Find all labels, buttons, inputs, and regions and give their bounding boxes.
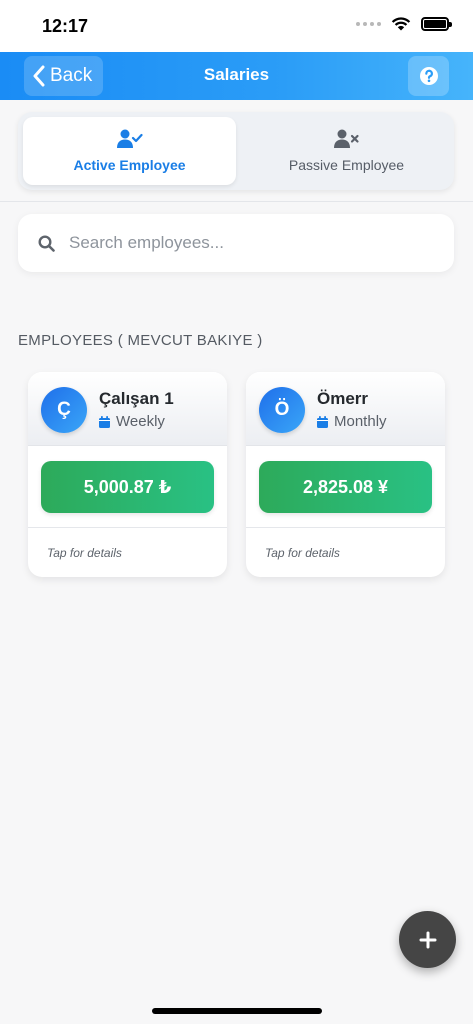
tab-passive-employee-label: Passive Employee — [288, 157, 405, 173]
user-x-icon — [333, 129, 359, 148]
nav-bar: Back Salaries — [0, 52, 473, 100]
section-title: EMPLOYEES ( MEVCUT BAKIYE ) — [18, 332, 263, 349]
employee-card[interactable]: Ç Çalışan 1 Weekly 5,000.87 ₺ Tap for de… — [28, 372, 227, 577]
employee-pay-period-label: Monthly — [334, 413, 387, 430]
back-button[interactable]: Back — [24, 56, 103, 96]
tap-for-details-hint: Tap for details — [47, 546, 122, 560]
plus-icon — [419, 931, 436, 948]
help-button[interactable] — [408, 56, 449, 96]
status-icons — [356, 16, 452, 31]
employee-pay-period-label: Weekly — [116, 413, 165, 430]
calendar-icon — [317, 415, 328, 428]
card-divider — [246, 527, 445, 528]
search-input[interactable] — [69, 233, 429, 253]
balance-button[interactable]: 2,825.08 ¥ — [259, 461, 432, 513]
employee-card-header: Ç Çalışan 1 Weekly — [28, 372, 227, 446]
tab-active-employee[interactable]: Active Employee — [23, 117, 236, 185]
question-circle-icon — [419, 67, 438, 85]
employee-card[interactable]: Ö Ömerr Monthly 2,825.08 ¥ Tap for detai… — [246, 372, 445, 577]
employee-pay-period: Weekly — [99, 413, 165, 430]
home-indicator[interactable] — [152, 1008, 322, 1014]
add-employee-button[interactable] — [399, 911, 456, 968]
employee-pay-period: Monthly — [317, 413, 387, 430]
cellular-signal-icon — [356, 21, 381, 26]
employee-status-tabs: Active Employee Passive Employee — [18, 112, 454, 190]
employee-name: Çalışan 1 — [99, 389, 174, 408]
tab-passive-employee[interactable]: Passive Employee — [240, 117, 453, 185]
divider — [0, 201, 473, 202]
avatar: Ö — [259, 387, 305, 433]
employee-card-header: Ö Ömerr Monthly — [246, 372, 445, 446]
battery-icon — [421, 16, 452, 31]
employee-name: Ömerr — [317, 389, 369, 408]
calendar-icon — [99, 415, 110, 428]
search-box — [18, 214, 454, 272]
tap-for-details-hint: Tap for details — [265, 546, 340, 560]
tab-active-employee-label: Active Employee — [73, 157, 186, 173]
search-icon — [38, 234, 55, 252]
wifi-icon — [391, 17, 411, 31]
status-bar: 12:17 — [0, 0, 473, 52]
chevron-left-icon — [33, 65, 45, 87]
balance-button[interactable]: 5,000.87 ₺ — [41, 461, 214, 513]
status-time: 12:17 — [42, 16, 89, 36]
avatar: Ç — [41, 387, 87, 433]
card-divider — [28, 527, 227, 528]
user-check-icon — [116, 129, 143, 148]
back-label: Back — [50, 65, 93, 86]
